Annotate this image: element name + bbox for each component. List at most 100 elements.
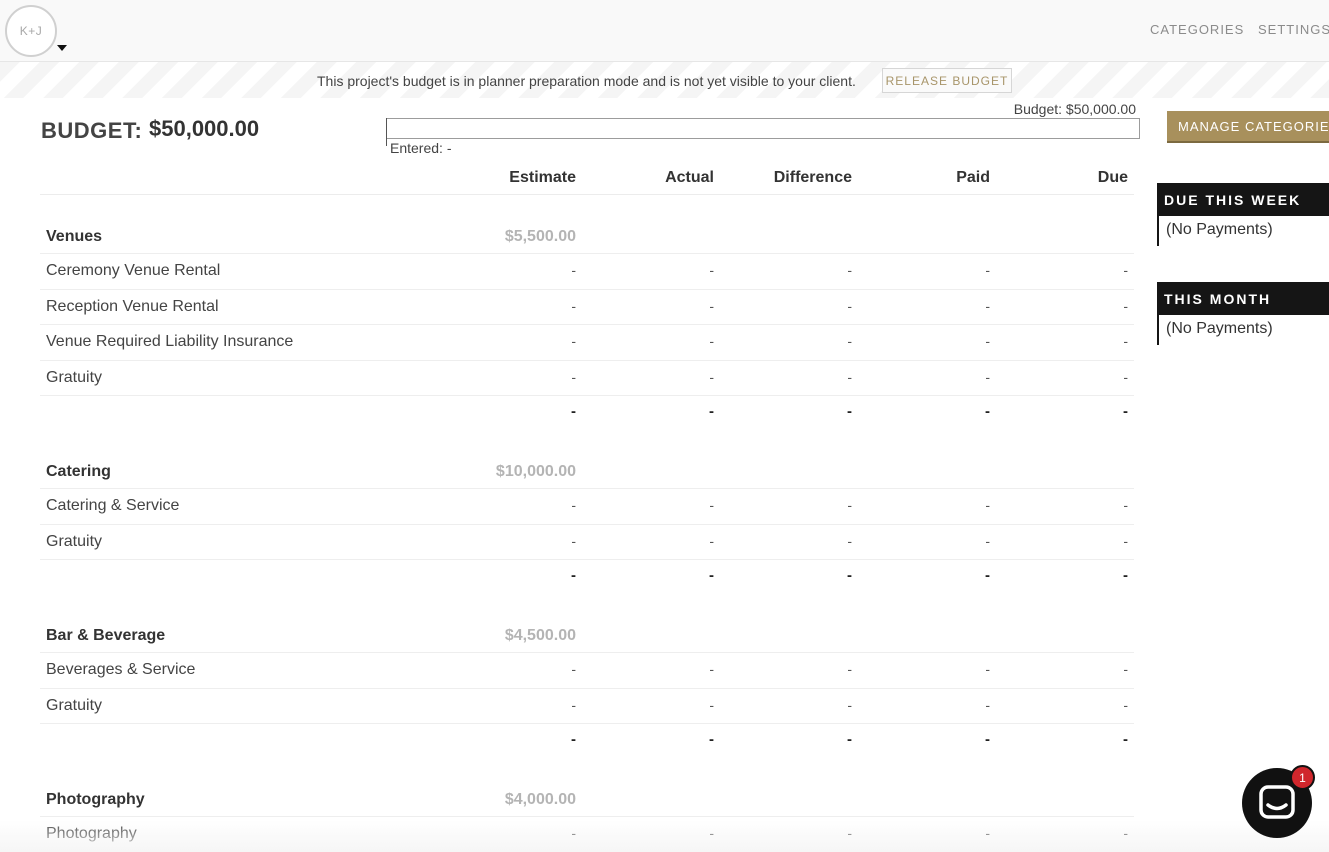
line-item-paid: - <box>985 497 990 513</box>
total-difference: - <box>847 731 852 748</box>
total-due: - <box>1123 731 1128 748</box>
table-header: Estimate Actual Difference Paid Due <box>40 158 1134 195</box>
category-name: Photography <box>46 791 145 808</box>
line-item-actual: - <box>709 262 714 278</box>
line-item-actual: - <box>709 532 714 549</box>
line-item-name[interactable]: Photography <box>46 825 137 843</box>
line-item-difference: - <box>847 262 852 278</box>
total-actual: - <box>709 731 714 748</box>
category-row[interactable]: Catering $10,000.00 <box>40 453 1134 489</box>
total-paid: - <box>985 731 990 748</box>
line-item-estimate: - <box>571 368 576 385</box>
line-item-row[interactable]: Reception Venue Rental - - - - - <box>40 290 1134 325</box>
category-row[interactable]: Venues $5,500.00 <box>40 218 1134 254</box>
line-item-paid: - <box>985 696 990 713</box>
chat-notification-badge: 1 <box>1290 765 1315 790</box>
line-item-difference: - <box>847 497 852 513</box>
line-item-name[interactable]: Venue Required Liability Insurance <box>46 333 293 351</box>
budget-table: Estimate Actual Difference Paid Due Venu… <box>40 158 1134 852</box>
banner-message: This project's budget is in planner prep… <box>317 73 856 89</box>
release-budget-button[interactable]: RELEASE BUDGET <box>882 68 1012 93</box>
line-item-estimate: - <box>571 333 576 349</box>
line-item-estimate: - <box>571 661 576 677</box>
budget-total: $50,000.00 <box>149 116 260 141</box>
line-item-row[interactable]: Venue Required Liability Insurance - - - - - <box>40 325 1134 361</box>
line-item-row[interactable]: Photography - - - - - <box>40 817 1134 852</box>
line-item-estimate: - <box>571 297 576 314</box>
this-month-header: THIS MONTH <box>1157 282 1329 315</box>
line-item-name[interactable]: Beverages & Service <box>46 661 195 679</box>
total-difference: - <box>847 403 852 420</box>
this-month-body: (No Payments) <box>1157 315 1329 345</box>
line-item-difference: - <box>847 333 852 349</box>
total-estimate: - <box>571 403 576 420</box>
line-item-difference: - <box>847 368 852 385</box>
due-this-week-body: (No Payments) <box>1157 216 1329 246</box>
avatar-initials: K+J <box>19 24 43 38</box>
line-item-row[interactable]: Gratuity - - - - - <box>40 525 1134 560</box>
nav-categories[interactable]: CATEGORIES <box>1150 22 1244 37</box>
category-estimate: $4,500.00 <box>504 627 576 644</box>
line-item-due: - <box>1123 262 1128 278</box>
line-item-estimate: - <box>571 696 576 713</box>
nav-settings[interactable]: SETTINGS <box>1258 22 1329 37</box>
line-item-paid: - <box>985 532 990 549</box>
line-item-due: - <box>1123 825 1128 841</box>
progress-budget-text: Budget: $50,000.00 <box>1013 101 1136 117</box>
line-item-estimate: - <box>571 497 576 513</box>
line-item-row[interactable]: Ceremony Venue Rental - - - - - <box>40 254 1134 290</box>
line-item-row[interactable]: Gratuity - - - - - <box>40 361 1134 396</box>
line-item-estimate: - <box>571 532 576 549</box>
category-estimate: $5,500.00 <box>504 228 576 245</box>
line-item-name[interactable]: Gratuity <box>46 697 102 715</box>
category-row[interactable]: Photography $4,000.00 <box>40 781 1134 817</box>
category-total-row: ----- <box>40 724 1134 758</box>
line-item-due: - <box>1123 297 1128 314</box>
line-item-name[interactable]: Ceremony Venue Rental <box>46 262 220 280</box>
line-item-paid: - <box>985 333 990 349</box>
category-row[interactable]: Bar & Beverage $4,500.00 <box>40 617 1134 653</box>
budget-progress-bar <box>386 118 1140 139</box>
total-paid: - <box>985 403 990 420</box>
total-actual: - <box>709 567 714 584</box>
line-item-estimate: - <box>571 262 576 278</box>
line-item-actual: - <box>709 497 714 513</box>
line-item-due: - <box>1123 696 1128 713</box>
total-estimate: - <box>571 731 576 748</box>
line-item-row[interactable]: Beverages & Service - - - - - <box>40 653 1134 689</box>
line-item-paid: - <box>985 297 990 314</box>
line-item-name[interactable]: Catering & Service <box>46 497 179 515</box>
caret-down-icon[interactable] <box>57 45 67 51</box>
total-difference: - <box>847 567 852 584</box>
line-item-difference: - <box>847 661 852 677</box>
top-bar: K+J CATEGORIES SETTINGS <box>0 0 1329 62</box>
line-item-difference: - <box>847 532 852 549</box>
line-item-name[interactable]: Reception Venue Rental <box>46 298 219 316</box>
line-item-name[interactable]: Gratuity <box>46 533 102 551</box>
line-item-difference: - <box>847 297 852 314</box>
project-avatar[interactable]: K+J <box>5 5 57 57</box>
column-due: Due <box>1097 169 1128 186</box>
line-item-row[interactable]: Gratuity - - - - - <box>40 689 1134 724</box>
total-actual: - <box>709 403 714 420</box>
column-estimate: Estimate <box>509 169 576 186</box>
category-name: Venues <box>46 228 103 245</box>
line-item-row[interactable]: Catering & Service - - - - - <box>40 489 1134 525</box>
preparation-mode-banner: This project's budget is in planner prep… <box>0 62 1329 98</box>
total-due: - <box>1123 403 1128 420</box>
column-actual: Actual <box>665 169 714 186</box>
progress-marker <box>386 118 387 146</box>
column-paid: Paid <box>956 169 990 186</box>
line-item-estimate: - <box>571 825 576 841</box>
line-item-actual: - <box>709 297 714 314</box>
line-item-difference: - <box>847 825 852 841</box>
line-item-name[interactable]: Gratuity <box>46 369 102 387</box>
category-estimate: $4,000.00 <box>504 791 576 808</box>
table-body: Venues $5,500.00 Ceremony Venue Rental - - - -… <box>40 218 1134 852</box>
category-total-row: ----- <box>40 396 1134 430</box>
category-name: Catering <box>46 463 111 480</box>
line-item-actual: - <box>709 661 714 677</box>
line-item-actual: - <box>709 825 714 841</box>
column-difference: Difference <box>773 169 852 186</box>
manage-categories-button[interactable]: MANAGE CATEGORIES <box>1167 111 1329 143</box>
